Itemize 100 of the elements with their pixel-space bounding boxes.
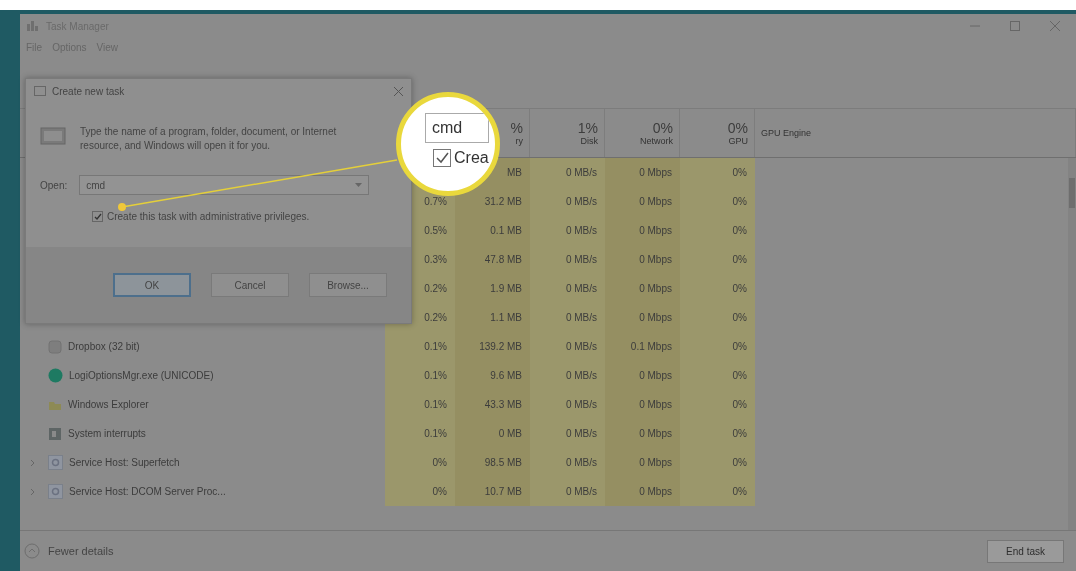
table-cell: 0 MB/s <box>565 312 597 323</box>
table-cell: 0 MB/s <box>565 370 597 381</box>
open-field[interactable]: cmd <box>79 175 370 195</box>
column-value: 0% <box>727 120 748 136</box>
table-cell: 0 Mbps <box>639 399 672 410</box>
table-cell: 0% <box>732 428 747 439</box>
column-header[interactable]: Disk <box>580 136 598 146</box>
table-cell: 0.1% <box>424 370 447 381</box>
table-cell: 1.9 MB <box>490 283 522 294</box>
close-icon[interactable] <box>394 86 403 96</box>
table-cell: 0% <box>732 225 747 236</box>
table-cell: 98.5 MB <box>484 457 522 468</box>
table-cell: 0% <box>732 167 747 178</box>
end-task-button[interactable]: End task <box>987 539 1064 563</box>
table-cell: 0% <box>432 486 447 497</box>
table-cell: 0 Mbps <box>639 486 672 497</box>
dialog-button[interactable]: Cancel <box>211 273 289 297</box>
table-cell: 0 Mbps <box>639 428 672 439</box>
chevron-icon[interactable] <box>30 488 35 496</box>
window-icon <box>34 86 46 96</box>
checkbox[interactable] <box>92 211 103 222</box>
table-cell: 0.1 MB <box>490 225 522 236</box>
dialog-message: Type the name of a program, folder, document, or Internet resource, and Windows will open it for you. <box>80 125 338 153</box>
table-cell: 0 Mbps <box>639 167 672 178</box>
table-cell: 0 MB/s <box>565 254 597 265</box>
table-cell: 0 MB <box>498 428 522 439</box>
command-field: cmd <box>425 113 489 143</box>
table-cell: 0% <box>732 341 747 352</box>
table-cell: 0% <box>432 457 447 468</box>
process-name: System interrupts <box>68 428 146 439</box>
table-cell: MB <box>507 167 522 178</box>
table-cell: 0% <box>732 399 747 410</box>
app-icon <box>26 20 40 32</box>
scrollbar[interactable] <box>1068 158 1076 530</box>
circle-icon <box>48 368 63 383</box>
table-cell: 0 MB/s <box>565 399 597 410</box>
process-name: Dropbox (32 bit) <box>68 341 140 352</box>
table-cell: 0 Mbps <box>639 254 672 265</box>
table-cell: 0% <box>732 370 747 381</box>
table-cell: 0% <box>732 486 747 497</box>
collapse-icon[interactable] <box>24 543 40 559</box>
box-icon <box>48 339 62 354</box>
run-icon <box>40 125 66 147</box>
dialog-button[interactable]: OK <box>113 273 191 297</box>
gear-icon <box>48 484 63 499</box>
table-cell: 0 Mbps <box>639 312 672 323</box>
table-cell: 43.3 MB <box>484 399 522 410</box>
table-cell: 0 MB/s <box>565 457 597 468</box>
table-cell: 0.1% <box>424 428 447 439</box>
table-cell: 10.7 MB <box>484 486 522 497</box>
table-cell: 0 Mbps <box>639 370 672 381</box>
gear-icon <box>48 455 63 470</box>
caret-icon[interactable] <box>355 183 363 187</box>
table-cell: 0% <box>732 457 747 468</box>
dialog-button[interactable]: Browse... <box>309 273 387 297</box>
table-cell: 0 MB/s <box>565 341 597 352</box>
process-name: Service Host: Superfetch <box>69 457 180 468</box>
column-header[interactable]: GPU Engine <box>761 128 812 138</box>
table-cell: 139.2 MB <box>479 341 522 352</box>
table-cell: 0 Mbps <box>639 196 672 207</box>
table-cell: 47.8 MB <box>484 254 522 265</box>
table-cell: 0.5% <box>424 225 447 236</box>
column-header[interactable]: ry <box>515 136 523 146</box>
checkbox-label: Crea <box>454 149 489 167</box>
chip-icon <box>48 426 62 441</box>
table-cell: 0 MB/s <box>565 283 597 294</box>
dialog-title: Create new task <box>52 85 125 97</box>
table-cell: 0.2% <box>424 312 447 323</box>
table-cell: 0% <box>732 254 747 265</box>
close-icon[interactable] <box>1050 21 1060 31</box>
table-cell: 0.3% <box>424 254 447 265</box>
column-value: % <box>510 120 523 136</box>
table-cell: 0 MB/s <box>565 225 597 236</box>
open-label: Open: <box>40 179 68 191</box>
table-cell: 0 MB/s <box>565 486 597 497</box>
column-value: 0% <box>652 120 673 136</box>
table-cell: 0 MB/s <box>565 167 597 178</box>
process-name: Service Host: DCOM Server Proc... <box>69 486 226 497</box>
table-cell: 0 MB/s <box>565 196 597 207</box>
fewer-details-link[interactable]: Fewer details <box>48 545 114 557</box>
table-cell: 0 Mbps <box>639 283 672 294</box>
table-cell: 0.1% <box>424 341 447 352</box>
table-cell: 0 Mbps <box>639 225 672 236</box>
column-header[interactable]: GPU <box>728 136 748 146</box>
table-cell: 31.2 MB <box>484 196 522 207</box>
column-header[interactable]: Network <box>640 136 673 146</box>
table-cell: 0.7% <box>424 196 447 207</box>
table-cell: 0% <box>732 312 747 323</box>
table-cell: 0 Mbps <box>639 457 672 468</box>
process-name: Windows Explorer <box>68 399 149 410</box>
table-cell: 9.6 MB <box>490 370 522 381</box>
table-cell: 1.1 MB <box>490 312 522 323</box>
process-name: LogiOptionsMgr.exe (UNICODE) <box>69 370 214 381</box>
table-cell: 0 MB/s <box>565 428 597 439</box>
table-cell: 0.2% <box>424 283 447 294</box>
table-cell: 0.1% <box>424 399 447 410</box>
chevron-icon[interactable] <box>30 459 35 467</box>
checkbox-label: Create this task with administrative privileges. <box>107 211 310 222</box>
maximize-icon[interactable] <box>1010 21 1020 31</box>
table-cell: 0% <box>732 196 747 207</box>
